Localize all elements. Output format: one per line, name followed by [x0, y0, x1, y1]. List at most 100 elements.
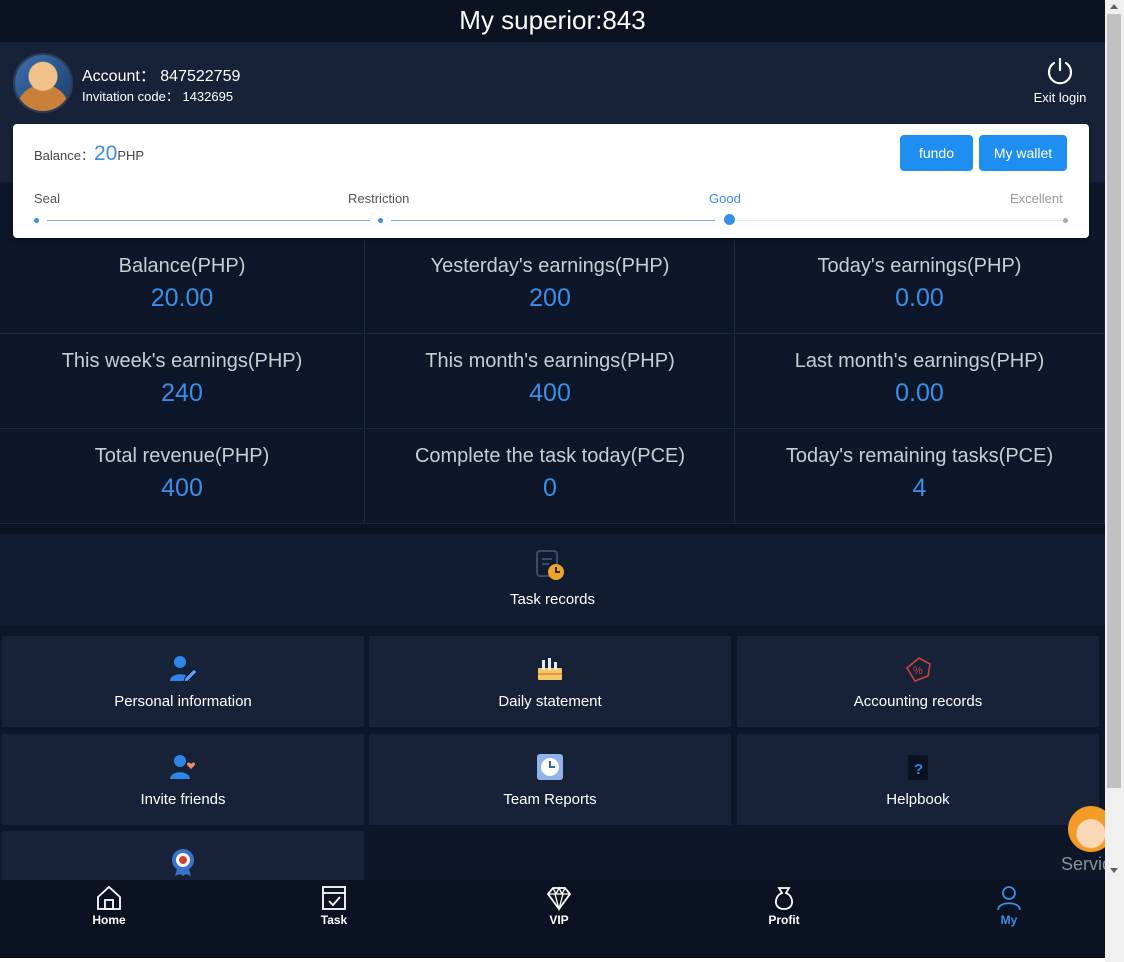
level-excellent: Excellent: [1010, 191, 1063, 206]
card-balance: Balance：20PHP: [34, 142, 144, 166]
level-restriction: Restriction: [348, 191, 410, 206]
badge-medal-icon: [172, 849, 194, 876]
card-balance-currency: PHP: [117, 148, 145, 163]
fundo-button[interactable]: fundo: [900, 135, 973, 171]
nav-home[interactable]: Home: [64, 884, 154, 927]
scrollbar-thumb[interactable]: [1107, 14, 1121, 788]
clipboard-clock-icon: [536, 550, 564, 580]
task-records-button[interactable]: Task records: [0, 534, 1105, 626]
stat-label: Total revenue(PHP): [94, 445, 270, 467]
clock-report-icon: [537, 754, 563, 780]
nav-label: Profit: [768, 913, 800, 927]
avatar[interactable]: [13, 53, 73, 113]
team-reports-button[interactable]: Team Reports: [369, 734, 731, 825]
stat-cell: Total revenue(PHP) 400: [0, 430, 365, 524]
card-balance-value: 20: [93, 142, 118, 165]
invitation-line: Invitation code： 1432695: [82, 86, 233, 105]
tile-label: Daily statement: [498, 693, 602, 710]
page-title: My superior:843: [459, 5, 646, 35]
scroll-up-icon[interactable]: [1110, 4, 1118, 9]
stat-value: 200: [529, 284, 571, 312]
help-book-icon: ?: [908, 755, 928, 780]
power-icon: [1047, 57, 1073, 85]
level-dot: [34, 218, 39, 223]
home-icon: [97, 885, 121, 910]
account-line: Account： 847522759: [82, 62, 240, 86]
tile-label: Helpbook: [886, 791, 950, 808]
stat-cell: Today's remaining tasks(PCE) 4: [735, 430, 1105, 524]
level-dot: [1063, 218, 1068, 223]
section-divider: [0, 524, 1105, 534]
helpbook-button[interactable]: ? Helpbook: [737, 734, 1099, 825]
exit-login-label: Exit login: [1033, 90, 1087, 105]
stat-value: 400: [529, 379, 571, 407]
stat-value: 240: [161, 379, 203, 407]
nav-label: Home: [92, 913, 126, 927]
nav-my[interactable]: My: [964, 884, 1054, 927]
scroll-down-icon[interactable]: [1110, 868, 1118, 873]
stat-cell: Last month's earnings(PHP) 0.00: [735, 335, 1105, 429]
diamond-icon: [546, 886, 572, 912]
stat-value: 4: [912, 474, 927, 502]
personal-information-button[interactable]: Personal information: [2, 636, 364, 727]
user-edit-icon: [170, 656, 198, 683]
level-seal: Seal: [34, 191, 61, 206]
nav-task[interactable]: Task: [289, 884, 379, 927]
level-dot: [378, 218, 383, 223]
svg-text:%: %: [913, 665, 923, 677]
my-wallet-button[interactable]: My wallet: [979, 135, 1067, 171]
invitation-code: 1432695: [182, 89, 234, 104]
progress-track: [47, 220, 370, 221]
stat-cell: This month's earnings(PHP) 400: [366, 335, 735, 429]
stat-label: Yesterday's earnings(PHP): [430, 255, 670, 277]
nav-profit[interactable]: Profit: [739, 884, 829, 927]
user-heart-icon: [170, 755, 196, 779]
scrollbar[interactable]: [1105, 0, 1124, 962]
accounting-records-button[interactable]: % Accounting records: [737, 636, 1099, 727]
task-records-label: Task records: [509, 591, 596, 608]
progress-track-remaining: [735, 220, 1063, 221]
daily-statement-button[interactable]: Daily statement: [369, 636, 731, 727]
stat-cell: Complete the task today(PCE) 0: [366, 430, 735, 524]
stat-cell: Balance(PHP) 20.00: [0, 240, 365, 334]
tile-label: Team Reports: [503, 791, 597, 808]
stat-cell: Yesterday's earnings(PHP) 200: [366, 240, 735, 334]
tile-label: Personal information: [114, 693, 252, 710]
stat-value: 0.00: [895, 379, 944, 407]
tile-label: Accounting records: [853, 693, 983, 710]
stats-grid: Balance(PHP) 20.00 Yesterday's earnings(P…: [0, 240, 1105, 524]
stat-label: Today's remaining tasks(PCE): [785, 445, 1054, 467]
user-icon: [997, 886, 1021, 911]
svg-text:?: ?: [914, 761, 923, 778]
account-label: Account：: [82, 68, 156, 85]
balance-card: Balance：20PHP fundo My wallet Seal Restr…: [13, 124, 1089, 238]
account-number: 847522759: [160, 68, 241, 85]
money-bag-icon: [774, 887, 794, 910]
percent-tag-icon: %: [905, 657, 931, 682]
nav-label: Task: [320, 913, 348, 927]
nav-label: My: [1000, 913, 1018, 927]
stat-label: This month's earnings(PHP): [425, 350, 675, 372]
stat-value: 400: [161, 474, 203, 502]
nav-label: VIP: [549, 913, 569, 927]
card-balance-label: Balance：: [34, 148, 94, 163]
bar-chart-icon: [538, 658, 562, 680]
exit-login-button[interactable]: Exit login: [1026, 56, 1094, 105]
stat-label: This week's earnings(PHP): [61, 350, 303, 372]
stat-cell: Today's earnings(PHP) 0.00: [735, 240, 1105, 334]
stat-label: Today's earnings(PHP): [817, 255, 1022, 277]
calendar-check-icon: [322, 886, 346, 910]
stat-value: 0.00: [895, 284, 944, 312]
top-bar: My superior:843: [0, 0, 1105, 42]
invitation-label: Invitation code：: [82, 89, 179, 104]
bottom-nav: Home Task VIP Profit My: [0, 880, 1105, 958]
stat-value: 0: [543, 474, 557, 502]
stat-cell: This week's earnings(PHP) 240: [0, 335, 365, 429]
stat-label: Balance(PHP): [118, 255, 246, 277]
level-good: Good: [709, 191, 741, 206]
stat-value: 20.00: [150, 284, 214, 312]
progress-track: [391, 220, 715, 221]
stat-label: Last month's earnings(PHP): [794, 350, 1045, 372]
nav-vip[interactable]: VIP: [514, 884, 604, 927]
invite-friends-button[interactable]: Invite friends: [2, 734, 364, 825]
